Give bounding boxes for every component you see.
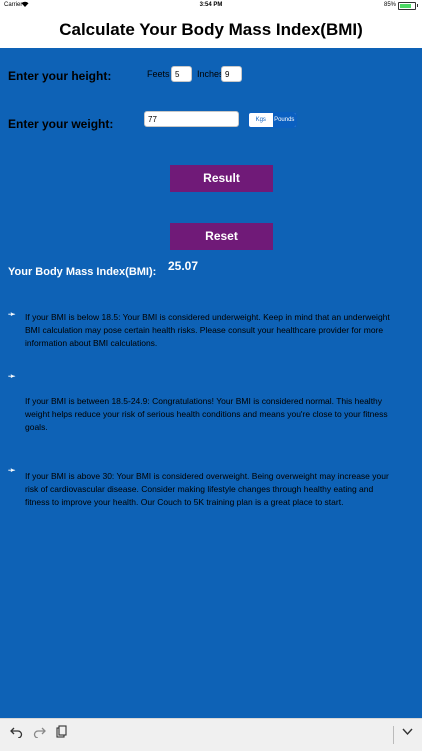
paste-icon[interactable] — [56, 725, 67, 741]
keyboard-toolbar — [0, 718, 422, 751]
bmi-value: 25.07 — [168, 259, 199, 273]
feet-input[interactable] — [171, 66, 192, 82]
arrow-icon: ➛ — [8, 465, 16, 475]
weight-label: Enter your weight: — [8, 117, 114, 131]
toolbar-divider — [393, 726, 394, 744]
inches-input[interactable] — [221, 66, 242, 82]
clock: 3:54 PM — [199, 2, 223, 8]
inches-label: Inches — [197, 69, 224, 79]
chevron-down-icon[interactable] — [402, 725, 413, 741]
unit-segmented-control: Kgs Pounds — [248, 112, 297, 128]
feet-label: Feets — [147, 69, 170, 79]
redo-icon[interactable] — [33, 725, 46, 741]
title-bar: Calculate Your Body Mass Index(BMI) — [0, 12, 422, 48]
arrow-icon: ➛ — [8, 309, 16, 319]
normal-info: If your BMI is between 18.5-24.9: Congra… — [25, 396, 388, 432]
underweight-info: If your BMI is below 18.5: Your BMI is c… — [25, 312, 390, 348]
status-bar: Carrier 3:54 PM 85% — [0, 0, 422, 12]
battery-percent: 85% — [383, 2, 396, 8]
battery-icon — [398, 2, 418, 10]
unit-pounds[interactable]: Pounds — [272, 113, 296, 127]
bmi-label: Your Body Mass Index(BMI): — [8, 266, 157, 278]
result-button[interactable]: Result — [170, 165, 273, 192]
reset-button[interactable]: Reset — [170, 223, 273, 250]
overweight-info: If your BMI is above 30: Your BMI is con… — [25, 471, 389, 507]
unit-kgs[interactable]: Kgs — [249, 113, 273, 127]
undo-icon[interactable] — [10, 725, 23, 741]
page-title: Calculate Your Body Mass Index(BMI) — [59, 20, 363, 39]
height-label: Enter your height: — [8, 69, 112, 83]
main-panel: Enter your height: Feets Inches Enter yo… — [0, 48, 422, 718]
weight-input[interactable] — [144, 111, 239, 127]
arrow-icon: ➛ — [8, 371, 16, 381]
